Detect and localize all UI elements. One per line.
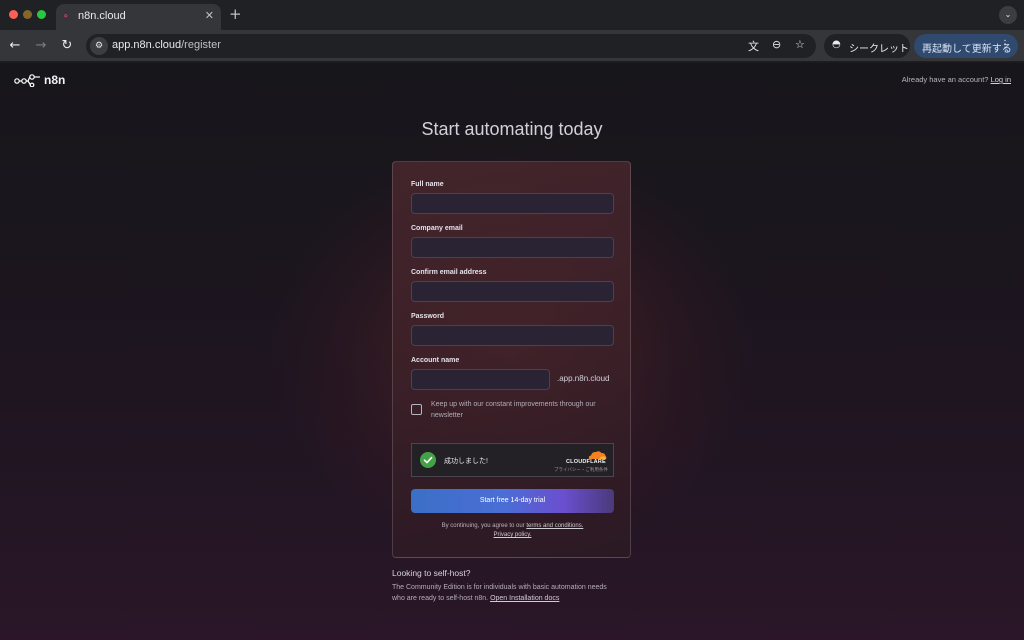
installation-docs-link[interactable]: Open Installation docs [490, 595, 559, 602]
minimize-window-button[interactable] [23, 10, 32, 19]
incognito-indicator[interactable]: ◓ シークレット [824, 34, 910, 58]
logo-text: n8n [44, 73, 66, 87]
reload-icon[interactable]: ↻ [58, 37, 76, 55]
back-icon[interactable]: ← [6, 37, 24, 55]
maximize-window-button[interactable] [37, 10, 46, 19]
close-tab-icon[interactable]: ✕ [205, 9, 214, 22]
browser-tab[interactable]: ⚬ n8n.cloud ✕ [56, 4, 221, 30]
kebab-menu-icon[interactable]: ⋮ [1000, 39, 1010, 50]
n8n-logo[interactable]: n8n [14, 72, 74, 88]
site-info-icon[interactable]: ⚙ [90, 37, 108, 55]
selfhost-title: Looking to self-host? [392, 568, 471, 578]
account-name-input[interactable] [411, 369, 550, 390]
browser-toolbar: ← → ↻ ⚙ app.n8n.cloud/register 文 ⊖ ☆ ◓ シ… [0, 30, 1024, 62]
relaunch-update-button[interactable]: 再起動して更新する ⋮ [914, 34, 1018, 58]
login-link[interactable]: Log in [991, 75, 1011, 84]
turnstile-links[interactable]: プライバシー・ご利用条件 [554, 467, 608, 473]
address-bar[interactable]: ⚙ app.n8n.cloud/register 文 ⊖ ☆ [86, 34, 816, 58]
terms-link[interactable]: terms and conditions. [526, 523, 583, 529]
tab-search-button[interactable]: ⌄ [999, 6, 1017, 24]
cloudflare-turnstile-widget[interactable]: 成功しました! CLOUDFLARE プライバシー・ご利用条件 [411, 443, 614, 477]
incognito-icon: ◓ [832, 39, 841, 50]
cloudflare-brand: CLOUDFLARE [566, 459, 606, 465]
confirm-email-label: Confirm email address [411, 269, 487, 276]
register-form: Full name Company email Confirm email ad… [392, 161, 631, 558]
account-domain-suffix: .app.n8n.cloud [557, 374, 610, 383]
zoom-icon[interactable]: ⊖ [772, 38, 781, 51]
account-name-label: Account name [411, 357, 460, 364]
newsletter-checkbox[interactable] [411, 404, 422, 415]
n8n-logo-icon [14, 74, 40, 87]
password-label: Password [411, 313, 445, 320]
have-account-text: Already have an account? Log in [902, 75, 1011, 84]
register-page: n8n Already have an account? Log in Star… [0, 63, 1024, 640]
forward-icon[interactable]: → [32, 37, 50, 55]
close-window-button[interactable] [9, 10, 18, 19]
confirm-email-input[interactable] [411, 281, 614, 302]
url-host: app.n8n.cloud [112, 39, 182, 51]
legal-text: By continuing, you agree to our terms an… [411, 522, 614, 540]
password-input[interactable] [411, 325, 614, 346]
tab-title: n8n.cloud [78, 10, 126, 22]
have-account-label: Already have an account? [901, 75, 989, 84]
translate-icon[interactable]: 文 [748, 38, 759, 54]
n8n-favicon-icon: ⚬ [62, 12, 70, 22]
full-name-label: Full name [411, 181, 444, 188]
url-text[interactable]: app.n8n.cloud/register [112, 39, 221, 51]
privacy-link[interactable]: Privacy policy. [494, 532, 532, 538]
turnstile-status: 成功しました! [444, 458, 488, 465]
company-email-label: Company email [411, 225, 463, 232]
page-title: Start automating today [421, 119, 603, 139]
browser-tabbar: ⚬ n8n.cloud ✕ + ⌄ [0, 0, 1024, 30]
company-email-input[interactable] [411, 237, 614, 258]
new-tab-button[interactable]: + [229, 5, 242, 23]
url-path: /register [181, 39, 221, 51]
relaunch-label: 再起動して更新する [922, 44, 1012, 55]
full-name-input[interactable] [411, 193, 614, 214]
star-icon[interactable]: ☆ [795, 38, 805, 51]
success-check-icon [420, 452, 436, 468]
selfhost-text: The Community Edition is for individuals… [392, 582, 612, 604]
start-trial-button[interactable]: Start free 14-day trial [411, 489, 614, 513]
incognito-label: シークレット [849, 44, 909, 55]
legal-prefix: By continuing, you agree to our [441, 523, 525, 529]
newsletter-label[interactable]: Keep up with our constant improvements t… [431, 400, 616, 421]
